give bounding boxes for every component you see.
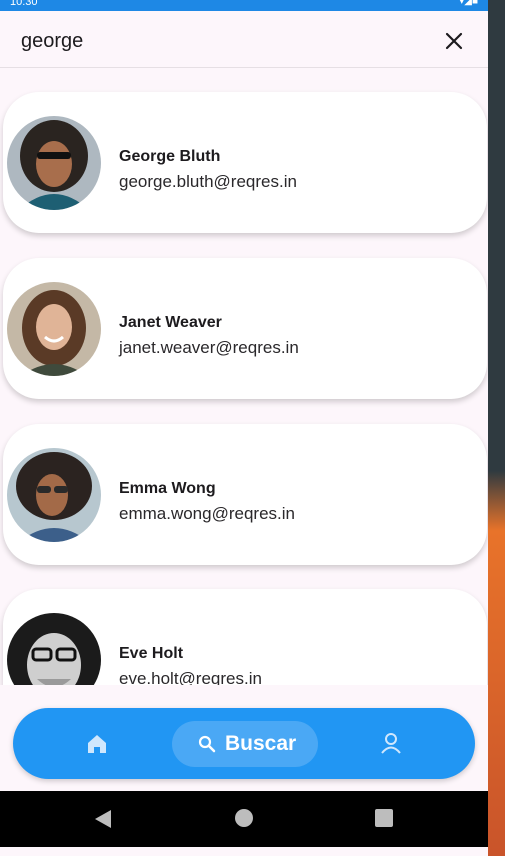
user-name: Emma Wong xyxy=(119,480,216,497)
clear-search-button[interactable] xyxy=(442,29,466,53)
avatar xyxy=(7,448,101,542)
status-icons: ▾◢■ xyxy=(459,0,478,7)
home-button-icon[interactable] xyxy=(235,809,253,827)
nav-profile-button[interactable] xyxy=(379,731,403,755)
avatar xyxy=(7,613,101,685)
system-navigation-bar xyxy=(0,791,488,847)
close-icon xyxy=(445,32,463,50)
user-card[interactable]: Janet Weaver janet.weaver@reqres.in xyxy=(3,258,487,399)
nav-search-label: Buscar xyxy=(225,732,297,755)
nav-search-button[interactable]: Buscar xyxy=(172,721,318,767)
user-email: eve.holt@reqres.in xyxy=(119,669,262,685)
person-icon xyxy=(381,733,401,754)
user-name: Eve Holt xyxy=(119,645,184,662)
nav-home-button[interactable] xyxy=(85,732,109,756)
search-icon xyxy=(198,735,216,753)
avatar xyxy=(7,282,101,376)
status-bar: 10:30 ▾◢■ xyxy=(0,0,488,11)
bottom-navigation: Buscar xyxy=(13,708,475,779)
user-card[interactable]: Eve Holt eve.holt@reqres.in xyxy=(3,589,487,685)
user-name: George Bluth xyxy=(119,148,221,165)
status-time: 10:30 xyxy=(10,0,38,8)
back-icon[interactable] xyxy=(93,808,113,830)
avatar xyxy=(7,116,101,210)
user-name: Janet Weaver xyxy=(119,314,222,331)
home-icon xyxy=(88,735,106,753)
user-email: emma.wong@reqres.in xyxy=(119,504,295,523)
phone-screen: 10:30 ▾◢■ george George Bluth george.blu xyxy=(0,0,488,856)
user-card[interactable]: George Bluth george.bluth@reqres.in xyxy=(3,92,487,233)
recent-apps-icon[interactable] xyxy=(375,809,393,827)
desktop-background xyxy=(486,0,505,856)
search-bar[interactable]: george xyxy=(0,11,488,68)
user-email: janet.weaver@reqres.in xyxy=(119,338,299,357)
user-list[interactable]: George Bluth george.bluth@reqres.in Jane… xyxy=(0,68,488,685)
search-input[interactable]: george xyxy=(21,30,83,53)
user-email: george.bluth@reqres.in xyxy=(119,172,297,191)
user-card[interactable]: Emma Wong emma.wong@reqres.in xyxy=(3,424,487,565)
